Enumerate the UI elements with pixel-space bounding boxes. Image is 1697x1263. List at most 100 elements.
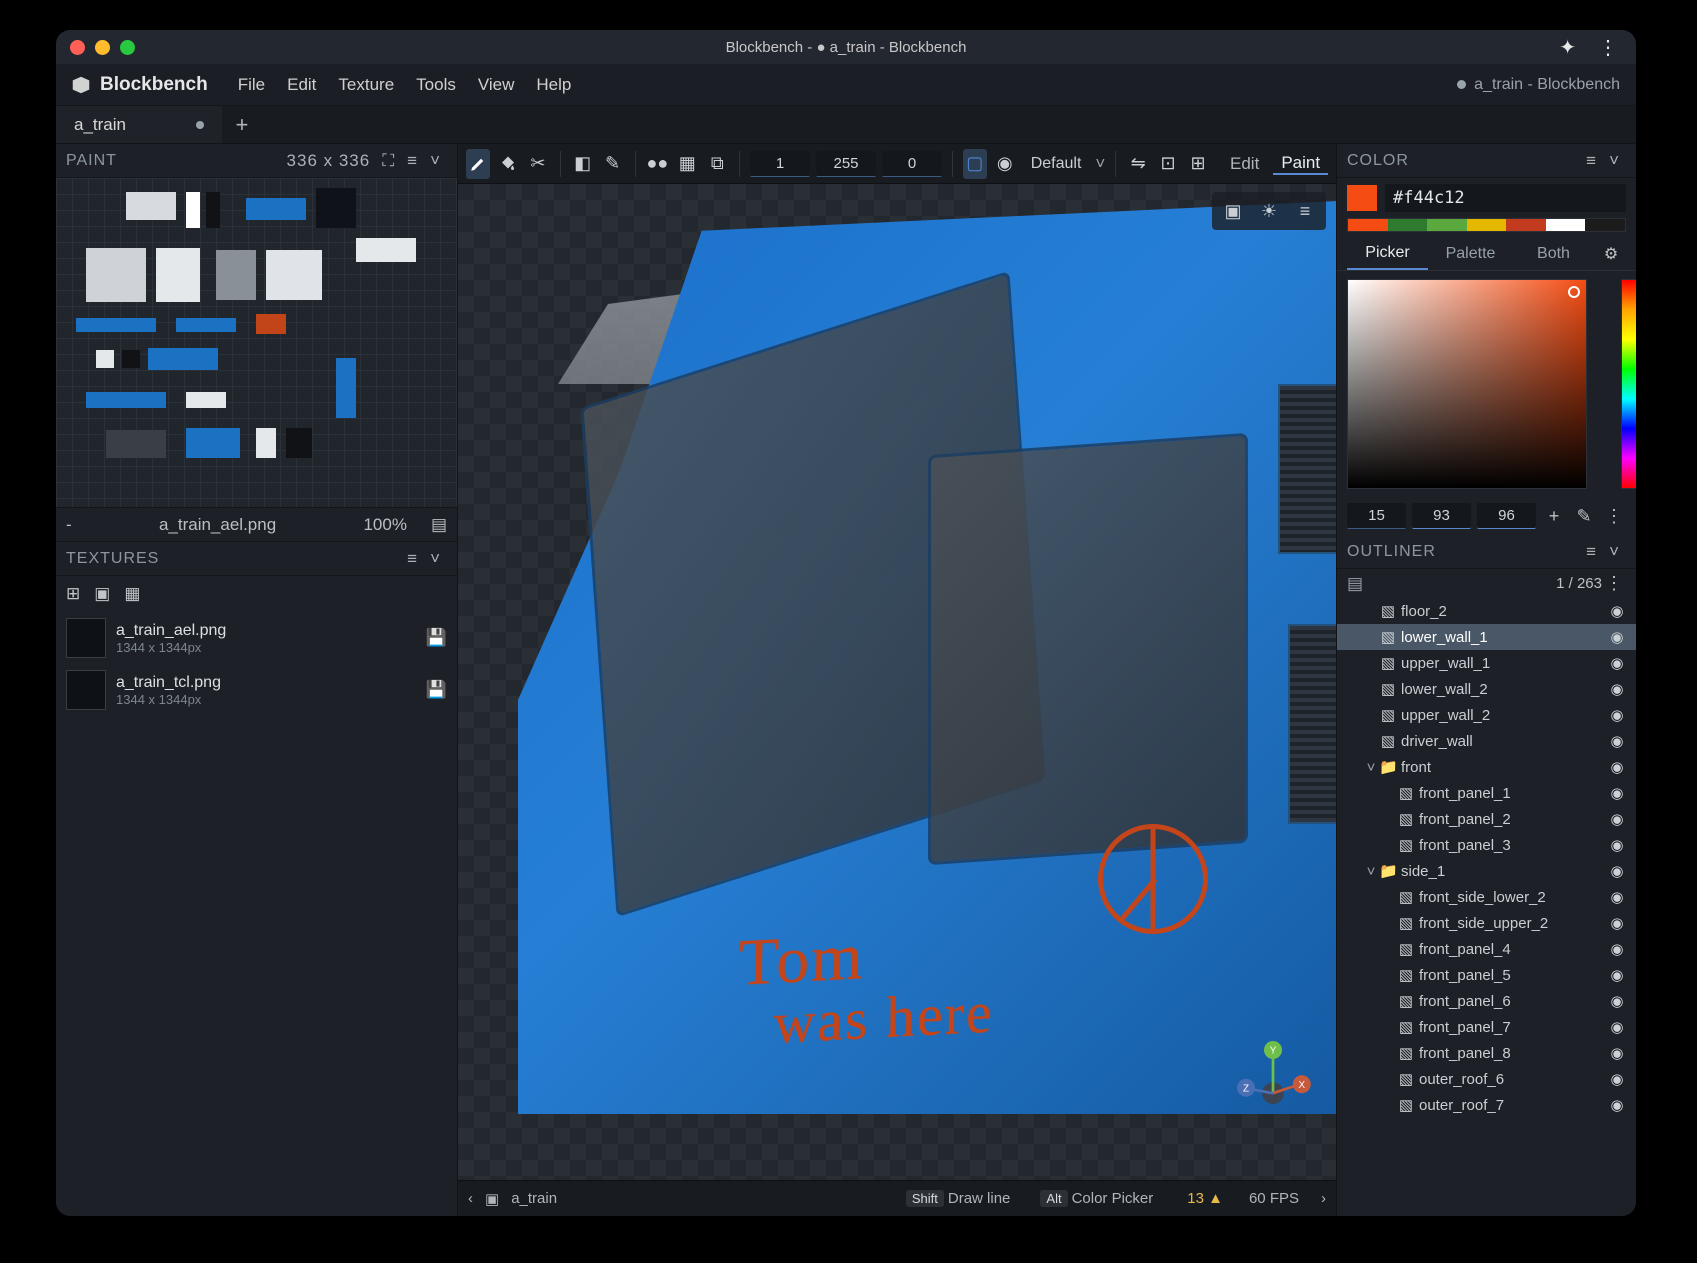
add-project-button[interactable]: +: [222, 106, 262, 143]
menu-view[interactable]: View: [468, 75, 525, 95]
outliner-item[interactable]: ▧ front_side_upper_2 ◉: [1337, 910, 1636, 936]
extension-icon[interactable]: ✦: [1559, 35, 1576, 60]
outliner-item[interactable]: ▧ outer_roof_7 ◉: [1337, 1092, 1636, 1118]
visibility-icon[interactable]: ◉: [1606, 680, 1628, 698]
visibility-icon[interactable]: ◉: [1606, 888, 1628, 906]
sv-picker[interactable]: [1347, 279, 1587, 489]
menu-tools[interactable]: Tools: [406, 75, 466, 95]
fullscreen-uv-icon[interactable]: ⛶: [376, 151, 401, 171]
visibility-icon[interactable]: ◉: [1606, 1044, 1628, 1062]
collapse-icon[interactable]: ˅: [424, 549, 447, 569]
gradient-tool-icon[interactable]: ▦: [675, 149, 699, 179]
outliner-item[interactable]: ▧ lower_wall_1 ◉: [1337, 624, 1636, 650]
hue-slider[interactable]: [1621, 279, 1636, 489]
toggle-all-icon[interactable]: ▤: [1347, 574, 1363, 594]
tab-both[interactable]: Both: [1513, 239, 1594, 269]
collapse-icon[interactable]: ˅: [424, 151, 447, 171]
prev-icon[interactable]: ‹: [468, 1190, 473, 1207]
palette-swatch[interactable]: [1388, 219, 1428, 231]
screenshot-icon[interactable]: ▣: [1218, 196, 1248, 226]
hue-input[interactable]: 15: [1347, 503, 1406, 529]
visibility-icon[interactable]: ◉: [1606, 914, 1628, 932]
minimize-icon[interactable]: [95, 40, 110, 55]
brush-opacity-input[interactable]: 255: [816, 151, 876, 177]
texture-item[interactable]: a_train_tcl.png 1344 x 1344px 💾: [56, 664, 457, 716]
menu-edit[interactable]: Edit: [277, 75, 326, 95]
caret-icon[interactable]: ˅: [1363, 863, 1379, 880]
menu-texture[interactable]: Texture: [328, 75, 404, 95]
dropdown-icon[interactable]: ˅: [1095, 154, 1105, 174]
import-texture-icon[interactable]: ▣: [94, 584, 110, 604]
outliner-item[interactable]: ▧ floor_2 ◉: [1337, 598, 1636, 624]
pixel-grid-icon[interactable]: ⊞: [1186, 149, 1210, 179]
brush-circle-icon[interactable]: ◉: [993, 149, 1017, 179]
palette-strip[interactable]: [1347, 218, 1626, 232]
outliner-folder[interactable]: ˅ 📁 side_1 ◉: [1337, 858, 1636, 884]
mode-edit[interactable]: Edit: [1222, 154, 1267, 174]
visibility-icon[interactable]: ◉: [1606, 654, 1628, 672]
outliner-item[interactable]: ▧ front_panel_2 ◉: [1337, 806, 1636, 832]
visibility-icon[interactable]: ◉: [1606, 1018, 1628, 1036]
collapse-icon[interactable]: ˅: [1603, 151, 1626, 171]
current-color-swatch[interactable]: [1347, 185, 1377, 211]
caret-icon[interactable]: ˅: [1363, 759, 1379, 776]
visibility-icon[interactable]: ◉: [1606, 1070, 1628, 1088]
menu-file[interactable]: File: [228, 75, 275, 95]
outliner-item[interactable]: ▧ front_panel_3 ◉: [1337, 832, 1636, 858]
brush-softness-input[interactable]: 0: [882, 151, 942, 177]
shape-tool-icon[interactable]: ●●: [645, 149, 669, 179]
uv-editor[interactable]: [56, 178, 457, 508]
next-icon[interactable]: ›: [1321, 1190, 1326, 1207]
brush-square-icon[interactable]: ▢: [963, 149, 987, 179]
knife-tool-icon[interactable]: ✂: [526, 149, 550, 179]
outliner-more-icon[interactable]: ⋮: [1602, 573, 1626, 594]
palette-swatch[interactable]: [1427, 219, 1467, 231]
outliner-item[interactable]: ▧ front_side_lower_2 ◉: [1337, 884, 1636, 910]
palette-swatch[interactable]: [1467, 219, 1507, 231]
visibility-icon[interactable]: ◉: [1606, 628, 1628, 646]
panel-options-icon[interactable]: ≡: [1580, 151, 1603, 171]
outliner-item[interactable]: ▧ lower_wall_2 ◉: [1337, 676, 1636, 702]
outliner-item[interactable]: ▧ front_panel_6 ◉: [1337, 988, 1636, 1014]
hex-input[interactable]: [1385, 184, 1626, 212]
brush-tool-icon[interactable]: [466, 149, 490, 179]
sat-input[interactable]: 93: [1412, 503, 1471, 529]
add-swatch-icon[interactable]: +: [1542, 506, 1566, 527]
menu-help[interactable]: Help: [526, 75, 581, 95]
zoom-out-button[interactable]: -: [66, 515, 72, 535]
outliner-item[interactable]: ▧ upper_wall_1 ◉: [1337, 650, 1636, 676]
outliner-folder[interactable]: ˅ 📁 front ◉: [1337, 754, 1636, 780]
visibility-icon[interactable]: ◉: [1606, 836, 1628, 854]
visibility-icon[interactable]: ◉: [1606, 862, 1628, 880]
sv-cursor[interactable]: [1568, 286, 1580, 298]
shading-icon[interactable]: ☀: [1254, 196, 1284, 226]
tab-picker[interactable]: Picker: [1347, 238, 1428, 270]
save-texture-icon[interactable]: 💾: [426, 628, 447, 648]
add-texture-icon[interactable]: ⊞: [66, 584, 80, 604]
visibility-icon[interactable]: ◉: [1606, 602, 1628, 620]
texture-grid-icon[interactable]: ▦: [124, 584, 140, 604]
visibility-icon[interactable]: ◉: [1606, 940, 1628, 958]
mirror-x-icon[interactable]: ⇋: [1126, 149, 1150, 179]
close-icon[interactable]: [70, 40, 85, 55]
visibility-icon[interactable]: ◉: [1606, 992, 1628, 1010]
outliner-item[interactable]: ▧ outer_roof_6 ◉: [1337, 1066, 1636, 1092]
collapse-icon[interactable]: ˅: [1603, 542, 1626, 562]
breadcrumb[interactable]: a_train: [511, 1190, 557, 1207]
more-icon[interactable]: ⋮: [1602, 506, 1626, 527]
save-texture-icon[interactable]: 💾: [426, 680, 447, 700]
panel-options-icon[interactable]: ≡: [1580, 542, 1603, 562]
eraser-tool-icon[interactable]: ◧: [571, 149, 595, 179]
blend-mode-select[interactable]: Default: [1023, 155, 1090, 173]
visibility-icon[interactable]: ◉: [1606, 758, 1628, 776]
lock-alpha-icon[interactable]: ⊡: [1156, 149, 1180, 179]
panel-options-icon[interactable]: ≡: [401, 151, 424, 171]
fullscreen-icon[interactable]: [120, 40, 135, 55]
val-input[interactable]: 96: [1477, 503, 1536, 529]
palette-swatch[interactable]: [1585, 219, 1625, 231]
mode-paint[interactable]: Paint: [1273, 153, 1328, 175]
visibility-icon[interactable]: ◉: [1606, 810, 1628, 828]
copy-tool-icon[interactable]: ⧉: [705, 149, 729, 179]
visibility-icon[interactable]: ◉: [1606, 732, 1628, 750]
outliner-item[interactable]: ▧ upper_wall_2 ◉: [1337, 702, 1636, 728]
